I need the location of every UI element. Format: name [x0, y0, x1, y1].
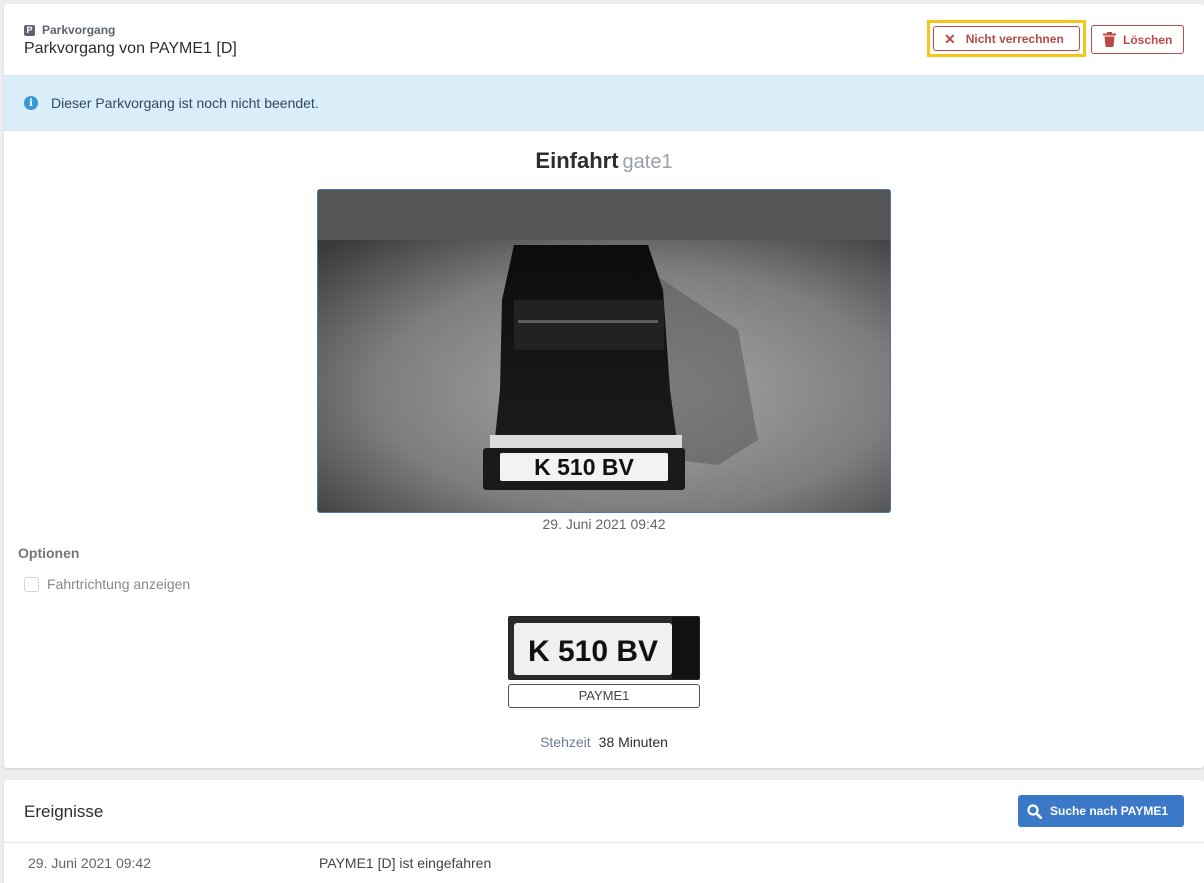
plate-crop-graphic: K 510 BV — [509, 617, 699, 679]
close-icon: ✕ — [944, 30, 956, 47]
info-icon: i — [24, 96, 38, 110]
gate-name: gate1 — [622, 151, 673, 173]
delete-label: Löschen — [1123, 32, 1173, 47]
search-plate-label: Suche nach PAYME1 — [1050, 804, 1169, 818]
parking-icon: P — [24, 24, 35, 36]
events-title: Ereignisse — [24, 802, 104, 821]
page-title: Parkvorgang von PAYME1 [D] — [24, 40, 237, 57]
nicht-verrechnen-button[interactable]: ✕ Nicht verrechnen — [933, 26, 1080, 51]
alert-message: Dieser Parkvorgang ist noch nicht beende… — [51, 95, 319, 111]
options-title: Optionen — [18, 545, 80, 561]
trash-icon — [1103, 32, 1116, 47]
events-card: Ereignisse Suche nach PAYME1 29. Juni 20… — [4, 780, 1204, 883]
search-icon — [1027, 803, 1042, 819]
photo-plate-text: K 510 BV — [534, 454, 634, 480]
card-header: P Parkvorgang Parkvorgang von PAYME1 [D]… — [4, 4, 1204, 76]
info-alert: i Dieser Parkvorgang ist noch nicht been… — [4, 76, 1204, 131]
breadcrumb: P Parkvorgang — [24, 23, 115, 37]
highlight-frame: ✕ Nicht verrechnen — [927, 20, 1086, 57]
duration-label: Stehzeit — [540, 734, 591, 750]
event-text: PAYME1 [D] ist eingefahren — [319, 855, 492, 871]
entry-camera-photo[interactable]: K 510 BV — [317, 189, 891, 513]
event-row: 29. Juni 2021 09:42 PAYME1 [D] ist einge… — [4, 843, 1204, 881]
camera-image: K 510 BV — [318, 190, 890, 512]
event-time: 29. Juni 2021 09:42 — [28, 855, 151, 871]
entry-heading: Einfahrt gate1 — [4, 148, 1204, 174]
direction-checkbox-label: Fahrtrichtung anzeigen — [47, 576, 191, 592]
parking-duration: Stehzeit 38 Minuten — [4, 734, 1204, 750]
delete-button[interactable]: Löschen — [1091, 25, 1184, 54]
search-plate-button[interactable]: Suche nach PAYME1 — [1018, 795, 1184, 827]
plate-crop-text: K 510 BV — [528, 635, 658, 668]
plate-crop-image: K 510 BV — [508, 616, 700, 680]
direction-option[interactable]: Fahrtrichtung anzeigen — [24, 576, 190, 592]
breadcrumb-label: Parkvorgang — [42, 23, 116, 37]
direction-checkbox[interactable] — [24, 576, 39, 592]
nicht-verrechnen-label: Nicht verrechnen — [965, 31, 1064, 46]
parking-session-card: P Parkvorgang Parkvorgang von PAYME1 [D]… — [4, 4, 1204, 768]
recognized-plate: PAYME1 — [508, 684, 700, 708]
entry-timestamp: 29. Juni 2021 09:42 — [542, 516, 666, 532]
entry-title: Einfahrt — [535, 148, 619, 173]
duration-value: 38 Minuten — [598, 734, 668, 750]
